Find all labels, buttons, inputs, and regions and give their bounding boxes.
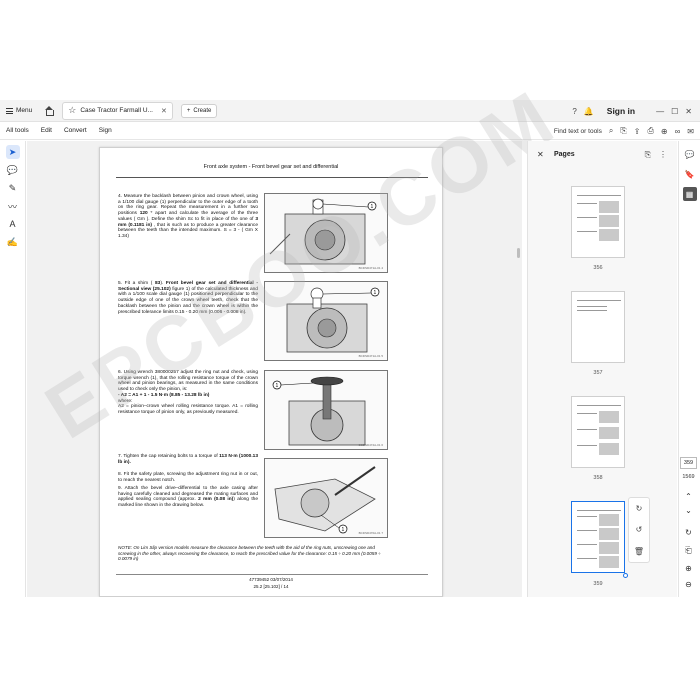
email-icon[interactable]: ✉ (687, 127, 694, 136)
figure-5-caption: BCDSD471A-01 5 (358, 354, 383, 358)
refresh-icon[interactable]: ↻ (680, 528, 697, 537)
draw-icon[interactable]: 〰 (6, 199, 20, 213)
search-icon[interactable]: ⌕ (609, 126, 613, 136)
upload-icon[interactable]: ⇪ (634, 127, 641, 136)
rotate-clockwise-icon[interactable]: ↻ (636, 504, 643, 513)
insert-page-icon[interactable]: ⎘ (645, 150, 651, 160)
main-toolbar: All tools Edit Convert Sign Find text or… (0, 122, 700, 140)
more-options-icon[interactable]: ⋮ (659, 150, 667, 160)
step-8-text: 8. Fit the safety plate, screwing the ad… (118, 472, 258, 483)
figure-6-caption: BCDSD472A-01 6 (358, 443, 383, 447)
figure-6: 1 BCDSD472A-01 6 (264, 370, 388, 450)
create-label: Create (193, 107, 212, 114)
pages-panel-title: Pages (554, 151, 575, 158)
delete-page-icon[interactable]: 🗑 (634, 547, 644, 556)
help-icon[interactable]: ? (572, 107, 576, 116)
page-up-icon[interactable]: ⌃ (680, 492, 697, 501)
svg-text:1: 1 (371, 204, 374, 210)
svg-text:1: 1 (374, 290, 377, 296)
share-icon[interactable]: ⊕ (661, 127, 668, 136)
minimize-icon[interactable]: — (656, 107, 664, 116)
thumbnail-actions: ↻ ↺ 🗑 (628, 497, 650, 563)
svg-text:1: 1 (276, 383, 279, 389)
home-icon[interactable] (44, 105, 55, 116)
select-cursor-icon[interactable]: ➤ (5, 145, 20, 159)
menu-edit[interactable]: Edit (35, 127, 58, 134)
save-icon[interactable]: ⎘ (620, 126, 626, 136)
thumbnail-label: 357 (593, 370, 603, 376)
fill-sign-icon[interactable]: ✍ (6, 235, 20, 249)
plus-icon: + (186, 107, 191, 114)
tab-bar: Menu ☆ Case Tractor Farmall U... ✕ + Cre… (0, 100, 700, 122)
zoom-in-icon[interactable]: ⊕ (680, 564, 697, 573)
total-pages: 1569 (682, 474, 695, 480)
close-tab-icon[interactable]: ✕ (161, 107, 167, 115)
figure-4-caption: BCDSD471A-01 4 (358, 266, 383, 270)
document-scrollbar[interactable] (517, 248, 520, 258)
hamburger-icon (6, 107, 13, 114)
footer-divider (116, 574, 428, 575)
close-window-icon[interactable]: ✕ (685, 107, 692, 116)
pages-panel: ✕ Pages ⎘ ⋮ 356 357 358 359 ↻ ↺ 🗑 (527, 141, 677, 597)
notifications-icon[interactable]: 🔔 (584, 107, 594, 116)
step-6-text: 6. Using wrench 380000257 adjust the rin… (118, 370, 258, 415)
left-tool-rail: ➤ 💬 ✎ 〰 A ✍ (0, 141, 26, 597)
step-4-text: 4. Measure the backlash between pinion a… (118, 194, 258, 239)
page-down-icon[interactable]: ⌄ (680, 506, 697, 515)
figure-5: 1 BCDSD471A-01 5 (264, 281, 388, 361)
menu-sign[interactable]: Sign (93, 127, 118, 134)
footer-page: 25.2 [25.102] / 14 (253, 584, 289, 589)
menu-button[interactable]: Menu (0, 100, 38, 122)
thumbnail-label: 356 (593, 265, 603, 271)
figure-7-caption: BCDSD470A-01 7 (358, 531, 383, 535)
document-view[interactable]: Front axle system - Front bevel gear set… (27, 141, 522, 597)
footer-code: 47739452 03/07/2014 (249, 577, 293, 582)
current-page-field[interactable]: 359 (680, 457, 697, 469)
document-icon[interactable]: ⎗ (680, 546, 697, 556)
maximize-icon[interactable]: ☐ (671, 107, 678, 116)
selection-handle[interactable] (623, 573, 628, 578)
note-text: NOTE: On Lim Slip version models measure… (118, 545, 381, 561)
window-controls: ? 🔔 Sign in — ☐ ✕ (572, 100, 692, 122)
print-icon[interactable]: ⎙ (647, 126, 653, 136)
close-panel-icon[interactable]: ✕ (537, 150, 544, 159)
step-7-text: 7. Tighten the cap retaining bolts to a … (118, 454, 258, 465)
sign-in-button[interactable]: Sign in (607, 106, 635, 116)
menu-all-tools[interactable]: All tools (0, 127, 35, 134)
zoom-out-icon[interactable]: ⊖ (680, 580, 697, 589)
link-icon[interactable]: ∞ (675, 127, 681, 136)
page-thumbnail[interactable] (571, 396, 625, 468)
find-tools-label[interactable]: Find text or tools (554, 128, 602, 135)
step-5-text: 5. Fit a shim ( 83). Front bevel gear se… (118, 281, 259, 315)
thumbnail-label: 359 (593, 581, 603, 587)
star-icon[interactable]: ☆ (68, 105, 76, 116)
figure-7: 1 BCDSD470A-01 7 (264, 458, 388, 538)
page-thumbnail-selected[interactable] (571, 501, 625, 573)
document-page: Front axle system - Front bevel gear set… (99, 147, 443, 597)
svg-text:1: 1 (342, 527, 345, 533)
step-9-text: 9. Attach the bevel drive–differential t… (118, 486, 258, 509)
tab-title: Case Tractor Farmall U... (80, 107, 153, 114)
page-header: Front axle system - Front bevel gear set… (203, 164, 339, 170)
figure-4: 1 BCDSD471A-01 4 (264, 193, 388, 273)
thumbnail-label: 358 (593, 475, 603, 481)
page-thumbnails-icon[interactable]: ▦ (682, 187, 697, 201)
add-comment-icon[interactable]: 💬 (6, 163, 20, 177)
text-box-icon[interactable]: A (6, 217, 20, 231)
menu-convert[interactable]: Convert (58, 127, 93, 134)
tab-document[interactable]: ☆ Case Tractor Farmall U... ✕ (62, 101, 173, 120)
page-thumbnail[interactable] (571, 291, 625, 363)
create-button[interactable]: + Create (180, 103, 218, 118)
comments-icon[interactable]: 💬 (683, 147, 697, 161)
rotate-counterclockwise-icon[interactable]: ↺ (636, 525, 643, 534)
bookmarks-icon[interactable]: 🔖 (683, 167, 697, 181)
page-thumbnail[interactable] (571, 186, 625, 258)
highlight-icon[interactable]: ✎ (6, 181, 20, 195)
header-divider (116, 177, 428, 178)
menu-label: Menu (16, 107, 33, 114)
